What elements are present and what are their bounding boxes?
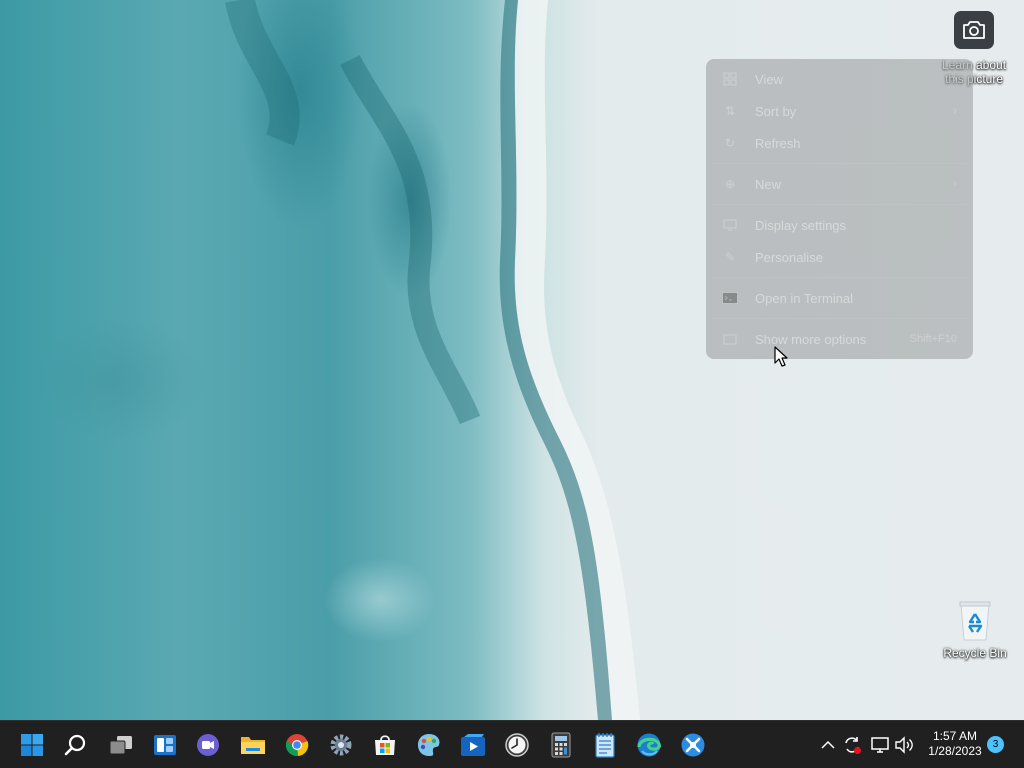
windows-start-icon <box>21 734 43 756</box>
taskbar-clock[interactable]: 1:57 AM 1/28/2023 <box>920 729 990 759</box>
clock-app-button[interactable] <box>501 729 533 761</box>
volume-icon <box>895 736 913 754</box>
menu-item-label: Sort by <box>755 103 797 119</box>
calculator-button[interactable] <box>545 729 577 761</box>
menu-item-show-more-options[interactable]: Show more options Shift+F10 <box>712 325 967 353</box>
widgets-button[interactable] <box>149 729 181 761</box>
recycle-bin-icon <box>959 601 991 641</box>
edge-button[interactable] <box>633 729 665 761</box>
notepad-icon <box>595 733 615 758</box>
task-view-icon <box>109 736 132 755</box>
settings-button[interactable] <box>325 729 357 761</box>
menu-item-label: View <box>755 71 783 87</box>
menu-item-label: Display settings <box>755 217 847 233</box>
menu-shortcut-text: Shift+F10 <box>909 333 957 345</box>
menu-separator <box>712 318 967 319</box>
snipping-tool-button[interactable] <box>677 729 709 761</box>
menu-item-view[interactable]: View › <box>712 65 967 93</box>
menu-item-label: Show more options <box>755 331 867 347</box>
menu-item-label: New <box>755 176 782 192</box>
menu-item-refresh[interactable]: ↻ Refresh <box>712 129 967 157</box>
clock-date: 1/28/2023 <box>928 744 982 758</box>
file-explorer-button[interactable] <box>237 729 269 761</box>
search-icon <box>64 734 86 756</box>
menu-item-display-settings[interactable]: Display settings <box>712 211 967 239</box>
calculator-icon <box>551 732 571 758</box>
menu-item-open-in-terminal[interactable]: Open in Terminal <box>712 284 967 312</box>
menu-separator <box>712 204 967 205</box>
more-options-icon <box>722 331 738 347</box>
camera-icon <box>954 11 994 49</box>
sync-icon <box>845 737 861 754</box>
chevron-up-icon <box>821 740 835 749</box>
search-button[interactable] <box>60 729 92 761</box>
menu-item-new[interactable]: ⊕ New › <box>712 170 967 198</box>
menu-item-label: Open in Terminal <box>755 290 854 306</box>
chevron-right-icon: › <box>953 105 957 117</box>
gear-icon <box>330 734 352 756</box>
paint-palette-icon <box>418 734 440 756</box>
chat-icon <box>197 734 219 756</box>
chrome-button[interactable] <box>281 729 313 761</box>
network-button[interactable] <box>870 733 890 757</box>
recycle-bin-label: Recycle Bin <box>943 646 1007 660</box>
menu-separator <box>712 163 967 164</box>
media-player-icon <box>461 734 485 756</box>
menu-item-personalise[interactable]: ✎ Personalise <box>712 243 967 271</box>
clock-time: 1:57 AM <box>932 729 978 743</box>
menu-item-sort-by[interactable]: ⇅ Sort by › <box>712 97 967 125</box>
menu-item-label: Personalise <box>755 249 823 265</box>
show-hidden-icons-button[interactable] <box>818 733 838 757</box>
chat-button[interactable] <box>192 729 224 761</box>
edge-icon <box>637 733 662 757</box>
chevron-right-icon: › <box>953 73 957 85</box>
network-icon <box>871 737 889 753</box>
menu-separator <box>712 277 967 278</box>
volume-button[interactable] <box>894 733 914 757</box>
paint-button[interactable] <box>413 729 445 761</box>
notepad-button[interactable] <box>589 729 621 761</box>
terminal-icon <box>722 290 738 306</box>
mouse-cursor-icon <box>774 346 788 367</box>
desktop-context-menu: View › ⇅ Sort by › ↻ Refresh ⊕ New › Dis… <box>706 59 973 359</box>
menu-item-label: Refresh <box>755 135 801 151</box>
view-grid-icon <box>722 71 738 87</box>
chevron-right-icon: › <box>953 178 957 190</box>
snipping-tool-icon <box>681 733 705 757</box>
notification-center-badge[interactable]: 3 <box>987 736 1004 753</box>
sync-status-button[interactable] <box>842 733 862 757</box>
brush-icon: ✎ <box>724 250 736 264</box>
store-icon <box>375 735 395 755</box>
taskbar <box>0 720 1024 768</box>
task-view-button[interactable] <box>105 729 137 761</box>
store-button[interactable] <box>369 729 401 761</box>
sort-icon: ⇅ <box>724 104 736 118</box>
refresh-icon: ↻ <box>724 136 736 150</box>
widgets-icon <box>154 735 176 755</box>
chrome-icon <box>285 734 309 757</box>
start-button[interactable] <box>16 729 48 761</box>
display-icon <box>722 217 738 233</box>
folder-icon <box>241 737 265 754</box>
new-plus-icon: ⊕ <box>724 177 736 191</box>
media-player-button[interactable] <box>457 729 489 761</box>
recycle-bin-shortcut[interactable]: Recycle Bin <box>937 598 1013 660</box>
clock-icon <box>505 733 529 757</box>
